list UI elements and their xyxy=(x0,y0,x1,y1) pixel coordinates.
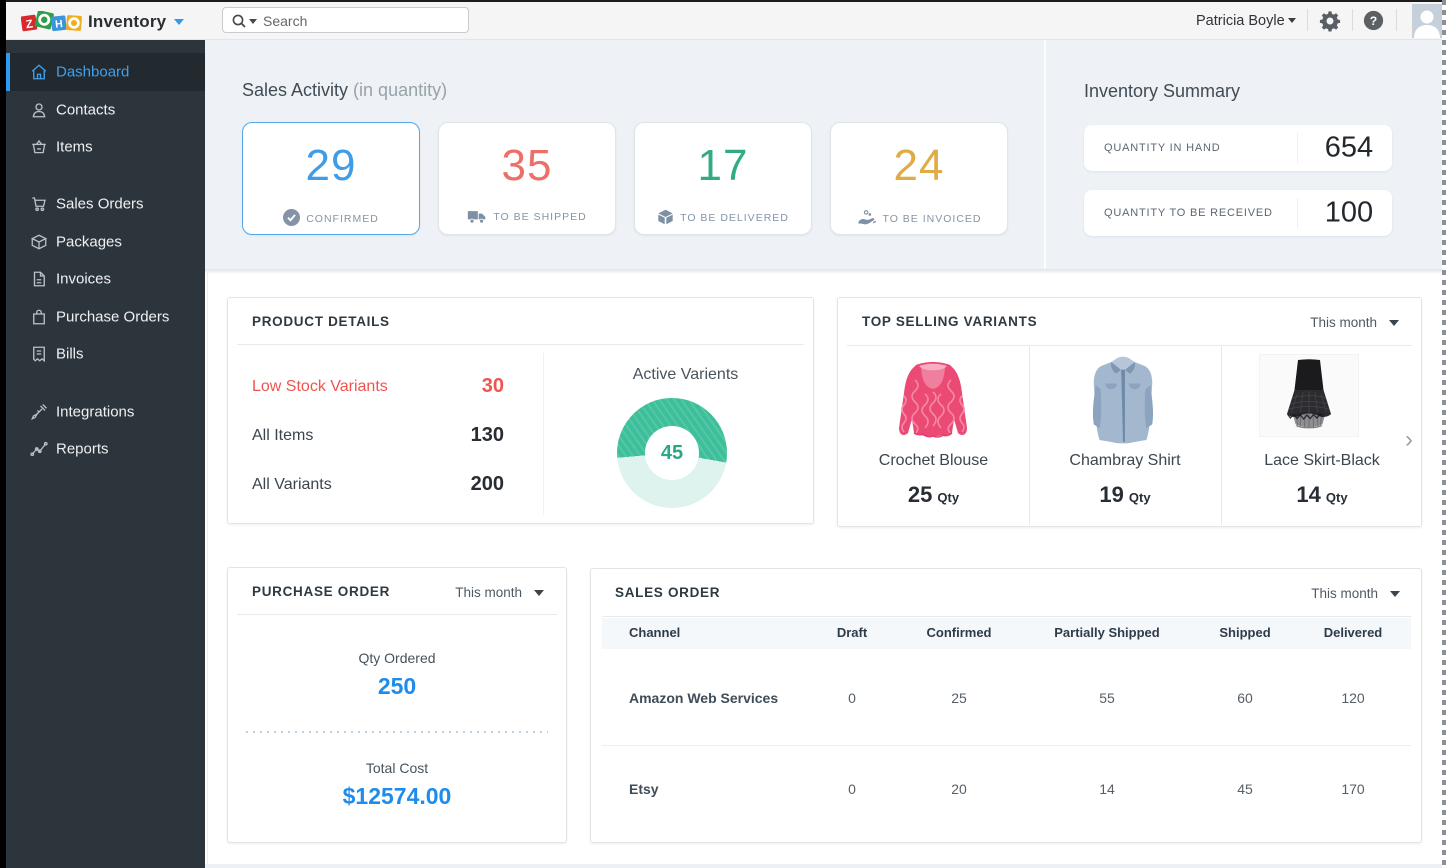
svg-text:?: ? xyxy=(1370,14,1377,28)
svg-text:H: H xyxy=(55,18,64,31)
